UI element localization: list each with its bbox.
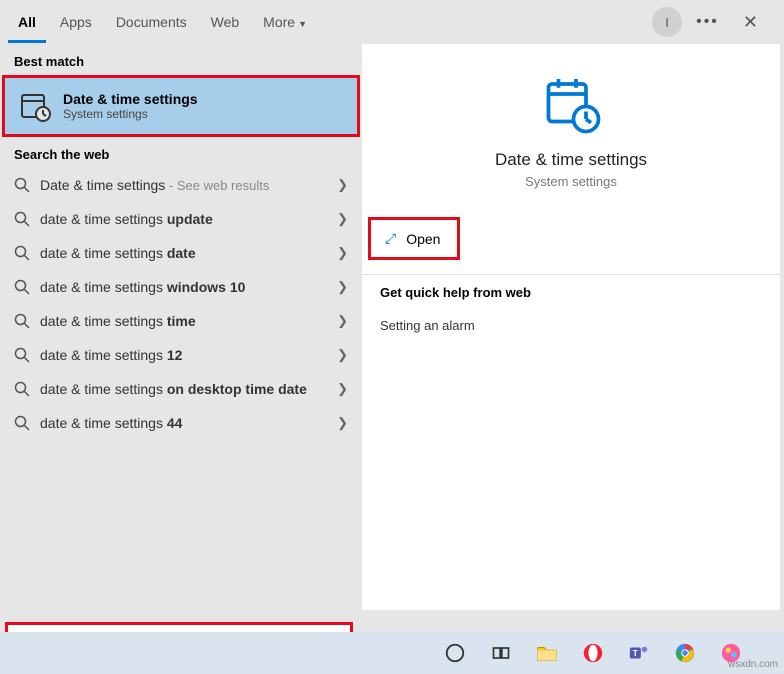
web-result-text: date & time settings update xyxy=(40,211,327,227)
chevron-right-icon: ❯ xyxy=(337,313,348,329)
user-avatar[interactable]: I xyxy=(652,7,682,37)
chevron-right-icon: ❯ xyxy=(337,245,348,261)
tab-apps[interactable]: Apps xyxy=(50,2,102,43)
search-icon xyxy=(14,177,30,193)
svg-text:T: T xyxy=(633,649,638,658)
web-result-text: date & time settings windows 10 xyxy=(40,279,327,295)
search-icon xyxy=(14,313,30,329)
search-icon xyxy=(14,211,30,227)
close-button[interactable]: ✕ xyxy=(733,8,768,37)
best-match-label: Best match xyxy=(0,44,362,75)
best-match-result[interactable]: Date & time settings System settings xyxy=(2,75,360,137)
chevron-right-icon: ❯ xyxy=(337,177,348,193)
cortana-icon[interactable] xyxy=(443,641,467,665)
chevron-right-icon: ❯ xyxy=(337,347,348,363)
open-label: Open xyxy=(406,231,440,247)
results-pane: Best match Date & time settings System s… xyxy=(0,44,362,610)
web-result-text: date & time settings date xyxy=(40,245,327,261)
quick-help-label: Get quick help from web xyxy=(380,285,762,300)
search-icon xyxy=(14,381,30,397)
chevron-right-icon: ❯ xyxy=(337,279,348,295)
search-icon xyxy=(14,347,30,363)
chevron-right-icon: ❯ xyxy=(337,381,348,397)
header: All Apps Documents Web More▼ I ••• ✕ xyxy=(0,0,780,44)
watermark: wsxdn.com xyxy=(728,659,778,670)
web-result[interactable]: date & time settings windows 10 ❯ xyxy=(0,270,362,304)
web-result-text: date & time settings 44 xyxy=(40,415,327,431)
open-icon: ⤢ xyxy=(385,230,396,247)
chevron-down-icon: ▼ xyxy=(298,19,307,29)
web-result[interactable]: date & time settings 12 ❯ xyxy=(0,338,362,372)
calendar-clock-icon xyxy=(19,90,51,122)
tab-more[interactable]: More▼ xyxy=(253,2,317,43)
search-icon xyxy=(14,279,30,295)
quick-help-item[interactable]: Setting an alarm xyxy=(380,314,762,337)
web-result[interactable]: date & time settings date ❯ xyxy=(0,236,362,270)
task-view-icon[interactable] xyxy=(489,641,513,665)
preview-title: Date & time settings xyxy=(495,150,647,170)
opera-icon[interactable] xyxy=(581,641,605,665)
web-results-list: Date & time settings - See web results ❯… xyxy=(0,168,362,610)
calendar-clock-icon xyxy=(541,74,601,134)
open-button[interactable]: ⤢ Open xyxy=(368,217,460,260)
tab-web[interactable]: Web xyxy=(201,2,250,43)
search-icon xyxy=(14,245,30,261)
taskbar: T xyxy=(0,632,784,674)
more-options-button[interactable]: ••• xyxy=(690,9,725,35)
web-result[interactable]: date & time settings update ❯ xyxy=(0,202,362,236)
web-result[interactable]: date & time settings on desktop time dat… xyxy=(0,372,362,406)
best-match-title: Date & time settings xyxy=(63,91,198,107)
search-scope-tabs: All Apps Documents Web More▼ xyxy=(8,2,652,43)
web-result[interactable]: Date & time settings - See web results ❯ xyxy=(0,168,362,202)
teams-icon[interactable]: T xyxy=(627,641,651,665)
preview-pane: Date & time settings System settings ⤢ O… xyxy=(362,44,780,610)
chevron-right-icon: ❯ xyxy=(337,211,348,227)
web-result[interactable]: date & time settings time ❯ xyxy=(0,304,362,338)
preview-subtitle: System settings xyxy=(525,174,617,189)
web-result[interactable]: date & time settings 44 ❯ xyxy=(0,406,362,440)
web-result-text: date & time settings on desktop time dat… xyxy=(40,381,327,397)
divider xyxy=(362,274,780,275)
web-result-text: date & time settings time xyxy=(40,313,327,329)
chrome-icon[interactable] xyxy=(673,641,697,665)
search-icon xyxy=(14,415,30,431)
tab-documents[interactable]: Documents xyxy=(106,2,197,43)
chevron-right-icon: ❯ xyxy=(337,415,348,431)
best-match-subtitle: System settings xyxy=(63,107,198,121)
file-explorer-icon[interactable] xyxy=(535,641,559,665)
search-web-label: Search the web xyxy=(0,137,362,168)
web-result-text: date & time settings 12 xyxy=(40,347,327,363)
web-result-text: Date & time settings - See web results xyxy=(40,177,327,193)
tab-all[interactable]: All xyxy=(8,2,46,43)
